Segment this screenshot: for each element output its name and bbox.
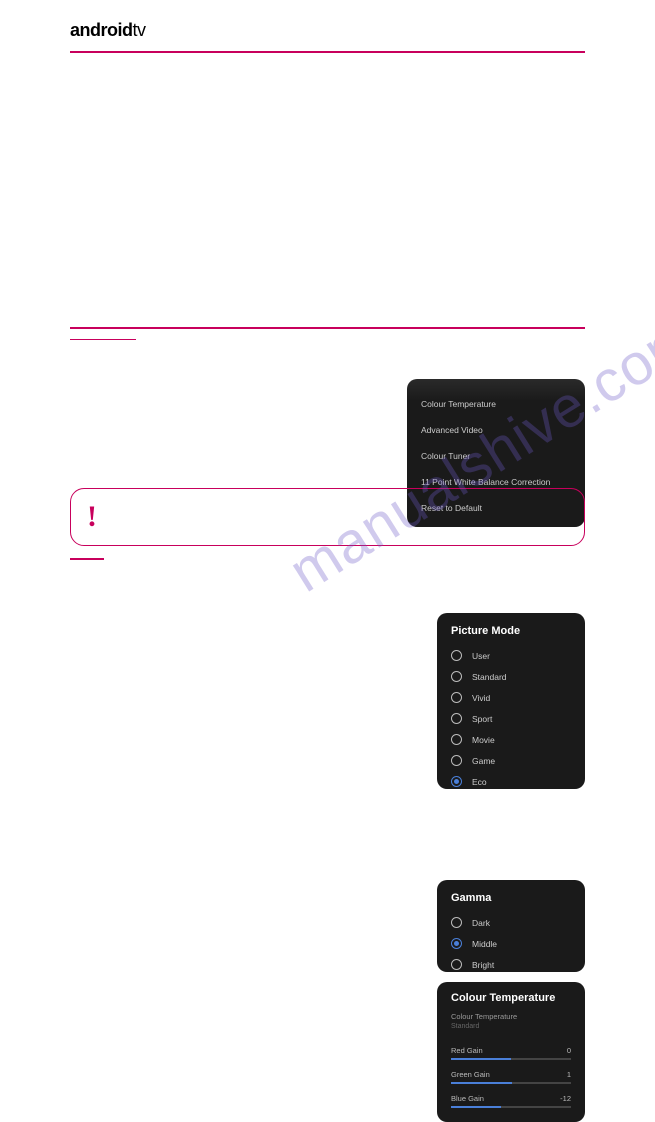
radio-label: Vivid [472,693,490,703]
radio-option[interactable]: Bright [451,954,571,975]
header-rule [70,51,585,53]
radio-label: Sport [472,714,492,724]
slider-value: 1 [567,1070,571,1079]
radio-option[interactable]: Dark [451,912,571,933]
radio-icon [451,650,462,661]
radio-label: Game [472,756,495,766]
warning-icon: ! [87,500,97,534]
radio-option[interactable]: Standard [451,666,571,687]
slider-value: 0 [567,1046,571,1055]
slider-row[interactable]: Blue Gain -12 [451,1088,571,1112]
radio-icon [451,755,462,766]
panel-title: Gamma [451,892,571,904]
brand-logo: androidtv [70,20,585,41]
section-underline-small [70,558,104,560]
radio-option[interactable]: Middle [451,933,571,954]
radio-option[interactable]: Movie [451,729,571,750]
content-area: Colour Temperature Advanced Video Colour… [0,327,655,560]
radio-label: Middle [472,939,497,949]
radio-label: Eco [472,777,487,787]
colour-temp-sublabel: Colour Temperature [451,1012,571,1021]
radio-label: Standard [472,672,507,682]
brand-bold: android [70,20,133,40]
section-rule [70,327,585,329]
radio-option[interactable]: Sport [451,708,571,729]
radio-label: Movie [472,735,495,745]
radio-option[interactable]: Vivid [451,687,571,708]
radio-label: Bright [472,960,494,970]
slider-row[interactable]: Green Gain 1 [451,1064,571,1088]
menu-item[interactable]: Colour Tuner [421,443,571,469]
radio-icon [451,917,462,928]
radio-icon [451,938,462,949]
radio-icon [451,959,462,970]
section-underline [70,339,136,341]
panel-title: Picture Mode [451,625,571,637]
slider-value: -12 [560,1094,571,1103]
radio-icon [451,671,462,682]
radio-icon [451,734,462,745]
panel-title: Colour Temperature [451,992,571,1004]
brand-light: tv [133,20,146,40]
radio-option[interactable]: Eco [451,771,571,792]
radio-icon [451,692,462,703]
radio-option[interactable]: User [451,645,571,666]
slider-label: Red Gain [451,1046,483,1055]
slider-track [451,1106,571,1108]
colour-temp-subvalue: Standard [451,1023,571,1030]
slider-track [451,1058,571,1060]
slider-label: Green Gain [451,1070,490,1079]
radio-icon [451,776,462,787]
gamma-panel: Gamma Dark Middle Bright [437,880,585,972]
radio-option[interactable]: Game [451,750,571,771]
slider-row[interactable]: Red Gain 0 [451,1040,571,1064]
colour-temp-panel: Colour Temperature Colour Temperature St… [437,982,585,1122]
radio-icon [451,713,462,724]
radio-label: Dark [472,918,490,928]
slider-label: Blue Gain [451,1094,484,1103]
menu-item[interactable]: Advanced Video [421,417,571,443]
slider-track [451,1082,571,1084]
picture-mode-panel: Picture Mode User Standard Vivid Sport M… [437,613,585,789]
radio-label: User [472,651,490,661]
callout-box: ! [70,488,585,546]
menu-item[interactable]: Colour Temperature [421,391,571,417]
page-header: androidtv [0,0,655,47]
